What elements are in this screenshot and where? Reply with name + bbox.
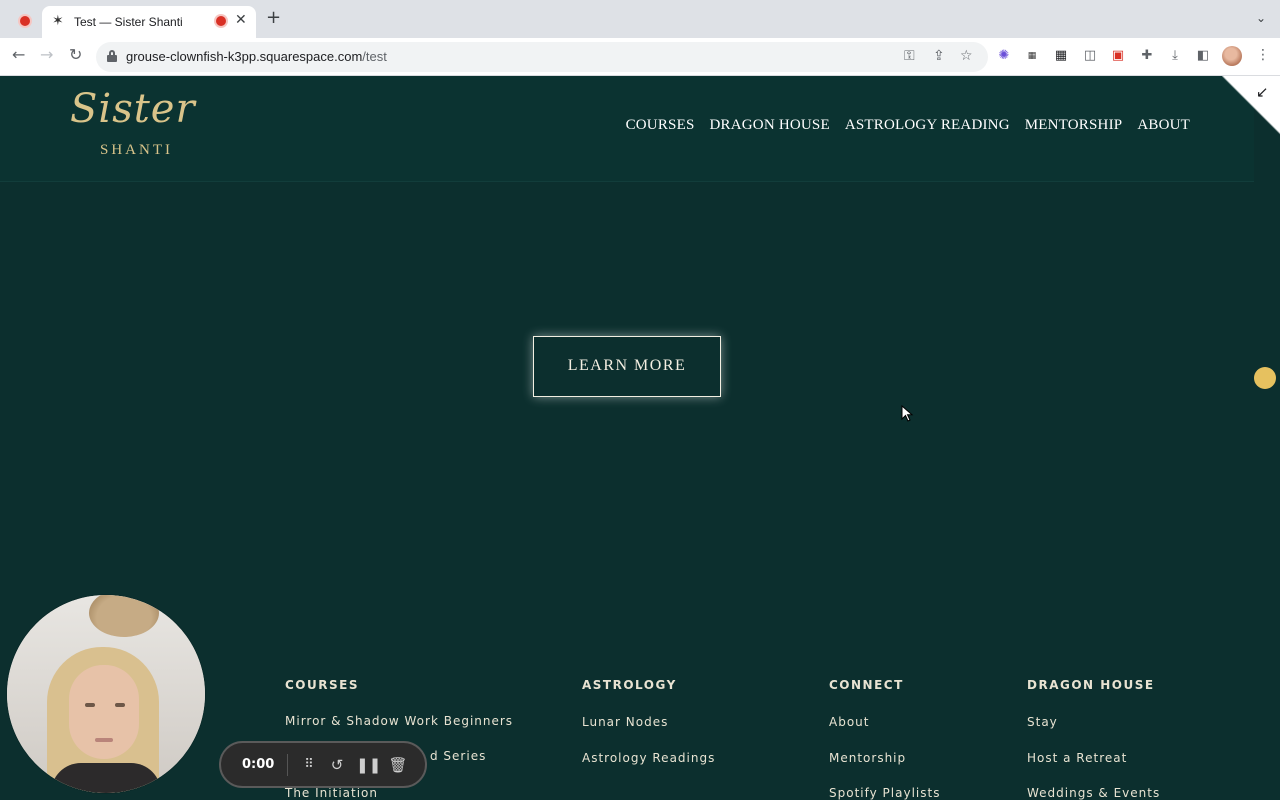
- footer-link-lunar-nodes[interactable]: Lunar Nodes: [582, 715, 668, 729]
- footer-link-weddings-events[interactable]: Weddings & Events: [1027, 786, 1160, 800]
- recording-controls: 0:00 ⠿ ↺ ❚❚ 🗑: [219, 741, 427, 788]
- editor-corner-fold: [1222, 76, 1280, 136]
- new-tab-button[interactable]: +: [266, 9, 281, 27]
- extension-new-icon[interactable]: ▦: [1024, 48, 1040, 64]
- key-icon[interactable]: ⚿: [904, 48, 915, 64]
- main-navigation: COURSES DRAGON HOUSE ASTROLOGY READING M…: [626, 117, 1190, 134]
- address-bar[interactable]: grouse-clownfish-k3pp.squarespace.com/te…: [96, 42, 988, 72]
- extension-camera-icon[interactable]: ◫: [1082, 48, 1098, 64]
- footer-link-mirror-shadow[interactable]: Mirror & Shadow Work Beginners: [285, 714, 513, 728]
- footer-connect-column: CONNECT About Mentorship Spotify Playlis…: [829, 678, 939, 800]
- site-header: Sister SHANTI COURSES DRAGON HOUSE ASTRO…: [0, 76, 1254, 182]
- sparkle-favicon-icon: ✶: [52, 13, 64, 29]
- recording-timer: 0:00: [242, 757, 275, 772]
- divider: [287, 754, 288, 776]
- tab-recording-icon: [216, 16, 226, 26]
- footer-link-about[interactable]: About: [829, 715, 869, 729]
- learn-more-button[interactable]: LEARN MORE: [533, 336, 721, 397]
- footer-link-spotify[interactable]: Spotify Playlists: [829, 786, 940, 800]
- logo-subtitle: SHANTI: [100, 142, 173, 158]
- share-icon[interactable]: ⇪: [933, 48, 945, 64]
- presenter-face: [69, 665, 139, 759]
- close-tab-icon[interactable]: ✕: [235, 12, 247, 28]
- site-logo[interactable]: Sister SHANTI: [70, 86, 200, 166]
- footer-heading-courses: COURSES: [285, 678, 359, 692]
- extensions-puzzle-icon[interactable]: ✚: [1139, 48, 1155, 64]
- lock-icon: [107, 50, 117, 62]
- nav-about[interactable]: ABOUT: [1137, 117, 1190, 134]
- footer-link-stay[interactable]: Stay: [1027, 715, 1058, 729]
- extension-grid-icon[interactable]: ▦: [1053, 48, 1069, 64]
- browser-toolbar: ← → ↻ grouse-clownfish-k3pp.squarespace.…: [0, 38, 1280, 76]
- pause-icon[interactable]: ❚❚: [356, 754, 381, 776]
- footer-heading-connect: CONNECT: [829, 678, 904, 692]
- drag-handle-icon[interactable]: ⠿: [299, 754, 319, 776]
- footer-link-mentorship[interactable]: Mentorship: [829, 751, 906, 765]
- trash-icon[interactable]: 🗑: [388, 754, 408, 776]
- footer-astrology-column: ASTROLOGY Lunar Nodes Astrology Readings: [582, 678, 714, 765]
- nav-courses[interactable]: COURSES: [626, 117, 695, 134]
- webcam-bubble[interactable]: [7, 595, 205, 793]
- footer-heading-dragon-house: DRAGON HOUSE: [1027, 678, 1155, 692]
- side-panel-icon[interactable]: ◧: [1195, 48, 1211, 64]
- bookmark-star-icon[interactable]: ☆: [960, 48, 973, 64]
- footer-link-host-retreat[interactable]: Host a Retreat: [1027, 751, 1127, 765]
- nav-astrology-reading[interactable]: ASTROLOGY READING: [845, 117, 1010, 134]
- reload-button[interactable]: ↻: [69, 47, 82, 63]
- url-text: grouse-clownfish-k3pp.squarespace.com/te…: [126, 49, 387, 64]
- tab-search-chevron-icon[interactable]: ⌄: [1256, 11, 1266, 25]
- extension-flower-icon[interactable]: ✺: [996, 48, 1012, 64]
- mouse-cursor-icon: [901, 405, 914, 422]
- forward-button[interactable]: →: [40, 47, 53, 63]
- footer-courses-column: COURSES Mirror & Shadow Work Beginners d…: [285, 678, 512, 800]
- browser-menu-icon[interactable]: ⋮: [1256, 47, 1270, 63]
- footer-heading-astrology: ASTROLOGY: [582, 678, 677, 692]
- footer-link-initiation[interactable]: The Initiation: [285, 786, 378, 800]
- footer-dragon-house-column: DRAGON HOUSE Stay Host a Retreat Wedding…: [1027, 678, 1159, 800]
- nav-dragon-house[interactable]: DRAGON HOUSE: [710, 117, 830, 134]
- collapse-arrow-icon[interactable]: ↙: [1256, 83, 1269, 101]
- nav-mentorship[interactable]: MENTORSHIP: [1025, 117, 1123, 134]
- extension-red-badge-icon[interactable]: ▣: [1110, 48, 1126, 64]
- restart-icon[interactable]: ↺: [327, 754, 347, 776]
- logo-script-text: Sister: [70, 86, 196, 132]
- download-icon[interactable]: ⤓: [1167, 48, 1183, 64]
- tab-title: Test — Sister Shanti: [74, 15, 183, 29]
- footer-link-series[interactable]: d Series: [430, 749, 486, 763]
- browser-tab-strip: ✶ Test — Sister Shanti ✕ + ⌄: [0, 0, 1280, 38]
- scroll-indicator-dot[interactable]: [1254, 367, 1276, 389]
- recording-indicator-icon: [20, 16, 30, 26]
- browser-tab-active[interactable]: ✶ Test — Sister Shanti ✕: [42, 6, 256, 38]
- footer-link-astrology-readings[interactable]: Astrology Readings: [582, 751, 715, 765]
- back-button[interactable]: ←: [12, 47, 25, 63]
- profile-avatar[interactable]: [1222, 46, 1242, 66]
